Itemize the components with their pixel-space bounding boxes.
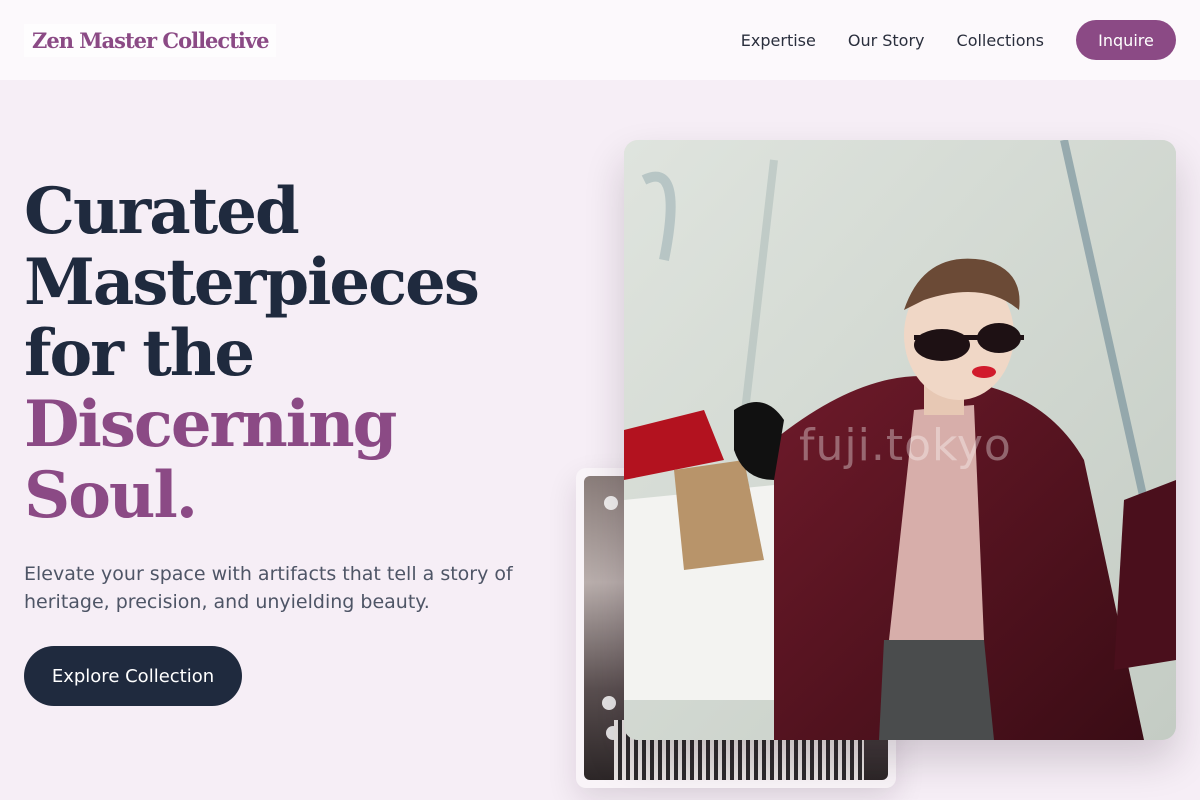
nav-link-our-story[interactable]: Our Story xyxy=(848,31,925,50)
image-watermark: fuji.tokyo xyxy=(799,420,1012,471)
explore-collection-button[interactable]: Explore Collection xyxy=(24,646,242,706)
site-header: Zen Master Collective Expertise Our Stor… xyxy=(0,0,1200,80)
nav-link-collections[interactable]: Collections xyxy=(957,31,1044,50)
main-nav: Expertise Our Story Collections Inquire xyxy=(741,20,1176,60)
hero-title-line: Masterpieces xyxy=(24,245,480,320)
site-logo[interactable]: Zen Master Collective xyxy=(24,23,277,57)
nav-link-expertise[interactable]: Expertise xyxy=(741,31,816,50)
hero-subtitle: Elevate your space with artifacts that t… xyxy=(24,563,513,613)
hero-title: Curated Masterpieces for the Discerning … xyxy=(24,176,544,531)
inquire-button[interactable]: Inquire xyxy=(1076,20,1176,60)
hero-title-accent: Soul. xyxy=(24,458,198,533)
hero-title-line: Curated xyxy=(24,174,300,249)
hero-title-line: for the xyxy=(24,316,255,391)
hero-photo: fuji.tokyo xyxy=(624,140,1176,740)
hero-title-accent: Discerning xyxy=(24,387,397,462)
